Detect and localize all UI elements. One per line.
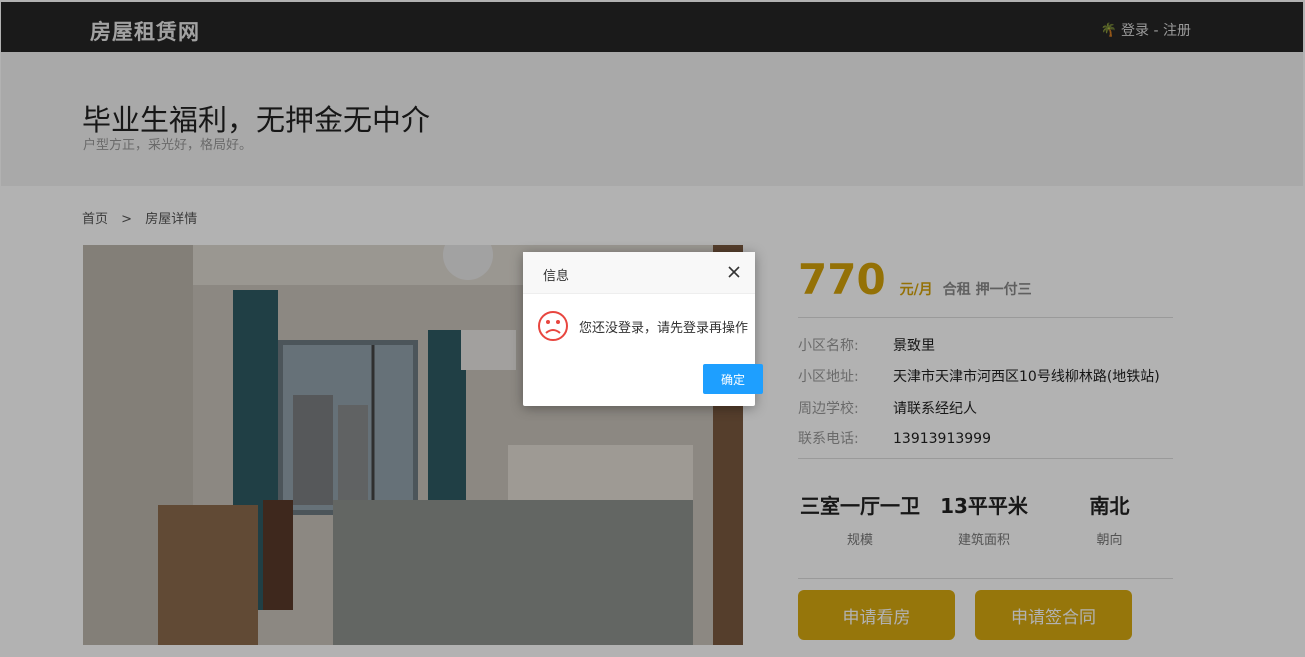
dialog-message: 您还没登录，请先登录再操作 [579, 320, 749, 336]
dialog-header: 信息 [523, 252, 755, 294]
dialog-body: 您还没登录，请先登录再操作 [537, 310, 748, 342]
login-required-dialog: 信息 您还没登录，请先登录再操作 确定 [523, 252, 763, 406]
close-icon[interactable] [725, 263, 743, 281]
sad-face-icon [538, 311, 568, 341]
confirm-button[interactable]: 确定 [703, 364, 763, 394]
dialog-title: 信息 [543, 269, 570, 284]
